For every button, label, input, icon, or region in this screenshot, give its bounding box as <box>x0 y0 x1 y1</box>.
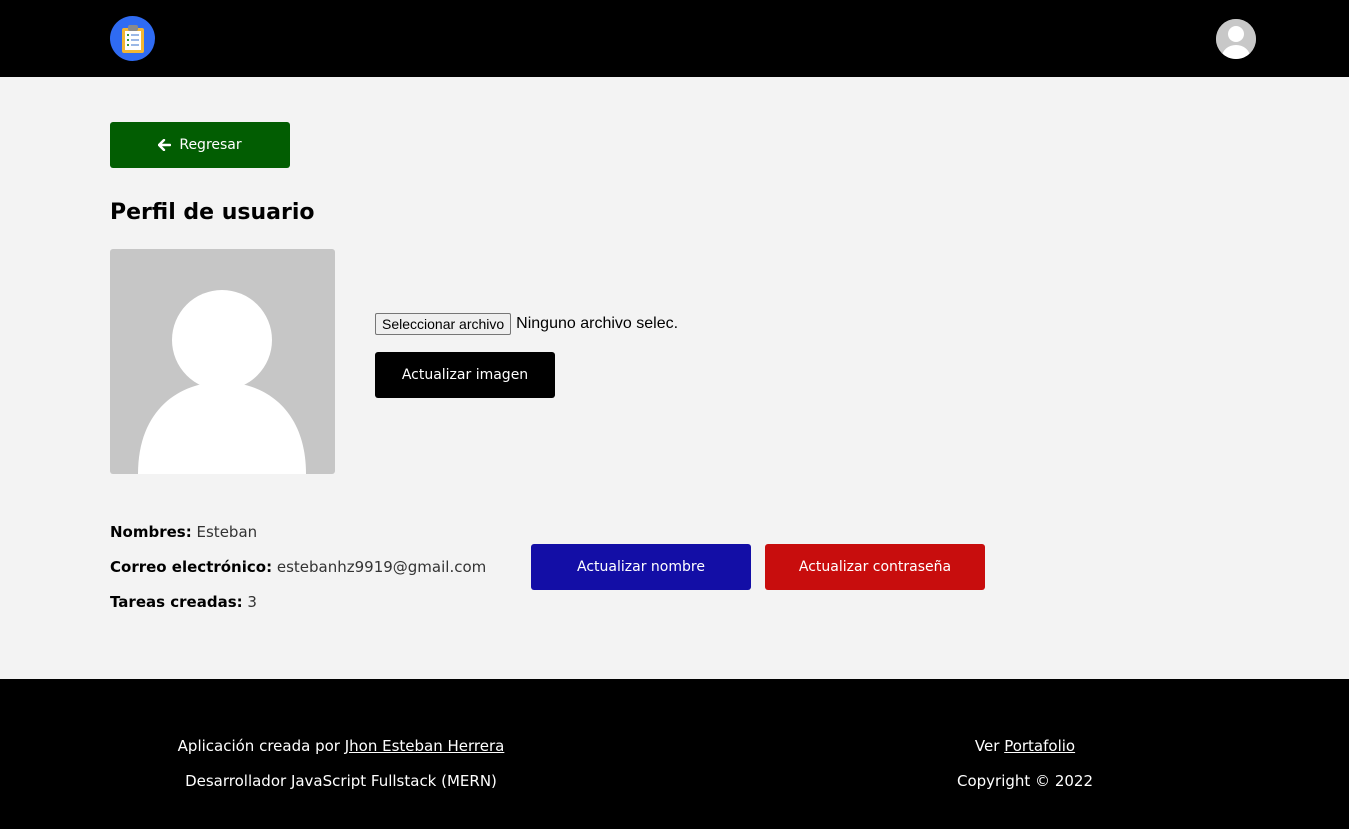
view-text: Ver <box>974 737 1000 755</box>
update-password-button[interactable]: Actualizar contraseña <box>765 544 985 590</box>
author-link[interactable]: Jhon Esteban Herrera <box>345 737 505 755</box>
portfolio-link[interactable]: Portafolio <box>1004 737 1075 755</box>
email-label: Correo electrónico: <box>110 558 273 576</box>
top-navbar <box>0 0 1349 77</box>
file-status: Ninguno archivo selec. <box>516 315 679 332</box>
user-info: Nombres: Esteban Correo electrónico: est… <box>110 515 486 620</box>
update-image-button[interactable]: Actualizar imagen <box>375 352 555 398</box>
footer-created-by: Aplicación creada por Jhon Esteban Herre… <box>110 729 572 764</box>
tasks-label: Tareas creadas: <box>110 593 243 611</box>
name-value: Esteban <box>196 523 258 541</box>
choose-file-button[interactable]: Seleccionar archivo <box>375 313 512 335</box>
info-name-row: Nombres: Esteban <box>110 515 486 550</box>
footer-portfolio: Ver Portafolio Copyright © 2022 <box>850 729 1200 799</box>
footer: Aplicación creada por Jhon Esteban Herre… <box>0 679 1349 829</box>
back-button[interactable]: Regresar <box>110 122 290 168</box>
clipboard-icon <box>121 24 144 53</box>
page-title: Perfil de usuario <box>110 200 315 225</box>
update-name-button[interactable]: Actualizar nombre <box>531 544 751 590</box>
profile-image <box>110 249 335 474</box>
file-input[interactable]: Seleccionar archivo Ninguno archivo sele… <box>375 313 678 335</box>
email-value: estebanhz9919@gmail.com <box>276 558 487 576</box>
back-button-label: Regresar <box>179 137 242 153</box>
tasks-value: 3 <box>247 593 257 611</box>
footer-role: Desarrollador JavaScript Fullstack (MERN… <box>185 772 497 790</box>
footer-credits: Aplicación creada por Jhon Esteban Herre… <box>110 729 572 799</box>
name-label: Nombres: <box>110 523 192 541</box>
info-tasks-row: Tareas creadas: 3 <box>110 585 486 620</box>
app-logo[interactable] <box>110 16 155 61</box>
footer-copyright: Copyright © 2022 <box>956 772 1093 790</box>
user-avatar-icon <box>1216 19 1256 59</box>
user-avatar-button[interactable] <box>1216 19 1256 59</box>
arrow-left-icon <box>158 139 172 151</box>
created-by-text: Aplicación creada por <box>177 737 340 755</box>
info-email-row: Correo electrónico: estebanhz9919@gmail.… <box>110 550 486 585</box>
user-placeholder-icon <box>138 290 306 474</box>
footer-view-portfolio: Ver Portafolio <box>850 729 1200 764</box>
